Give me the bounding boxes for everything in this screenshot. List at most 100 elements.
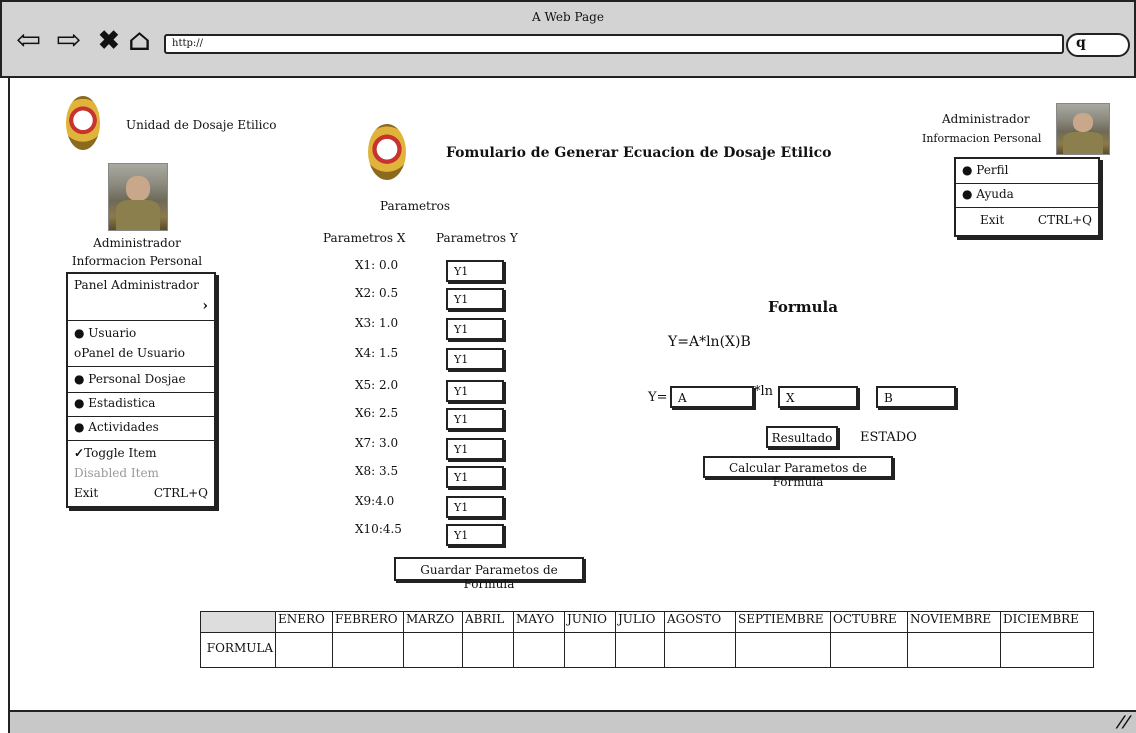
param-x-label: X8: 3.5 bbox=[355, 464, 399, 478]
param-x-label: X3: 1.0 bbox=[355, 316, 399, 330]
search-icon: q bbox=[1076, 35, 1086, 51]
sidebar-item-actividades[interactable]: ● Actividades bbox=[74, 420, 208, 434]
param-y-input[interactable]: Y1 bbox=[446, 380, 504, 402]
param-x-label: X7: 3.0 bbox=[355, 436, 399, 450]
user-name-top: Administrador bbox=[942, 112, 1030, 126]
table-cell[interactable] bbox=[403, 632, 463, 668]
table-column-header: FEBRERO bbox=[332, 611, 404, 633]
x-input[interactable]: X bbox=[778, 386, 858, 408]
param-y-input[interactable]: Y1 bbox=[446, 496, 504, 518]
table-column-header: JULIO bbox=[615, 611, 665, 633]
sidebar-menu: Panel Administrador › ● Usuario oPanel d… bbox=[66, 272, 216, 508]
forward-icon[interactable]: ⇨ bbox=[56, 26, 81, 56]
table-column-header: MAYO bbox=[513, 611, 565, 633]
calc-params-button[interactable]: Calcular Parametos de Formula bbox=[703, 456, 893, 489]
user-info-top[interactable]: Informacion Personal bbox=[922, 132, 1041, 145]
user-info-left[interactable]: Informacion Personal bbox=[62, 254, 212, 268]
table-column-header: JUNIO bbox=[564, 611, 616, 633]
table-cell[interactable] bbox=[907, 632, 1001, 668]
param-y-input[interactable]: Y1 bbox=[446, 438, 504, 460]
menu-item-label: Ayuda bbox=[976, 187, 1014, 201]
params-y-header: Parametros Y bbox=[436, 231, 518, 245]
user-dropdown-menu: ● Perfil ● Ayuda Exit CTRL+Q bbox=[954, 157, 1100, 237]
table-column-header: ENERO bbox=[275, 611, 333, 633]
param-x-label: X1: 0.0 bbox=[355, 258, 399, 272]
coefficient-b-input[interactable]: B bbox=[876, 386, 956, 408]
window-title: A Web Page bbox=[532, 10, 604, 24]
params-title: Parametros bbox=[380, 199, 451, 213]
table-cell[interactable] bbox=[332, 632, 404, 668]
menu-item-ayuda[interactable]: ● Ayuda bbox=[962, 187, 1092, 201]
status-bar bbox=[8, 710, 1136, 733]
param-x-label: X5: 2.0 bbox=[355, 378, 399, 392]
checkmark-icon: ✓ bbox=[74, 446, 85, 460]
formula-y-label: Y= bbox=[648, 390, 668, 405]
sidebar-item-panel-admin[interactable]: Panel Administrador bbox=[74, 278, 208, 292]
chevron-right-icon[interactable]: › bbox=[202, 298, 208, 314]
avatar-top bbox=[1056, 103, 1110, 155]
sidebar-item-exit[interactable]: Exit CTRL+Q bbox=[74, 486, 208, 500]
menu-item-perfil[interactable]: ● Perfil bbox=[962, 163, 1092, 177]
param-y-input[interactable]: Y1 bbox=[446, 348, 504, 370]
table-row: FORMULA bbox=[200, 632, 1094, 668]
menu-item-exit[interactable]: Exit CTRL+Q bbox=[962, 213, 1092, 227]
table-row-label: FORMULA bbox=[200, 632, 276, 668]
table-column-header: NOVIEMBRE bbox=[907, 611, 1001, 633]
table-cell[interactable] bbox=[462, 632, 514, 668]
sidebar-item-panel-usuario[interactable]: oPanel de Usuario bbox=[74, 346, 208, 360]
sidebar-item-toggle[interactable]: ✓Toggle Item bbox=[74, 446, 208, 460]
status-label: ESTADO bbox=[860, 430, 917, 445]
brand-logo bbox=[66, 96, 100, 150]
close-icon[interactable]: ✖ bbox=[98, 26, 120, 56]
table-header-row: ENERO FEBRERO MARZO ABRIL MAYO JUNIO JULIO AGOS… bbox=[200, 611, 1094, 633]
param-x-label: X2: 0.5 bbox=[355, 286, 399, 300]
search-button[interactable]: q bbox=[1066, 33, 1130, 57]
param-x-label: X9:4.0 bbox=[355, 494, 395, 508]
table-column-header: SEPTIEMBRE bbox=[735, 611, 831, 633]
param-y-input[interactable]: Y1 bbox=[446, 524, 504, 546]
table-cell[interactable] bbox=[735, 632, 831, 668]
param-y-input[interactable]: Y1 bbox=[446, 260, 504, 282]
exit-shortcut: CTRL+Q bbox=[1037, 213, 1092, 227]
save-params-button[interactable]: Guardar Parametos de Formula bbox=[394, 557, 584, 591]
exit-label: Exit bbox=[74, 486, 99, 500]
sidebar-item-label: Estadistica bbox=[88, 396, 156, 410]
url-input[interactable]: http:// bbox=[164, 34, 1064, 54]
table-column-header: OCTUBRE bbox=[830, 611, 908, 633]
param-y-input[interactable]: Y1 bbox=[446, 318, 504, 340]
back-icon[interactable]: ⇦ bbox=[16, 26, 41, 56]
table-cell[interactable] bbox=[513, 632, 565, 668]
sidebar-item-label: Toggle Item bbox=[84, 446, 157, 460]
formula-table: ENERO FEBRERO MARZO ABRIL MAYO JUNIO JULIO AGOS… bbox=[200, 611, 1094, 668]
coefficient-a-input[interactable]: A bbox=[670, 386, 754, 408]
sidebar-item-personal[interactable]: ● Personal Dosjae bbox=[74, 372, 208, 386]
table-column-header: MARZO bbox=[403, 611, 463, 633]
sidebar-item-label: Usuario bbox=[88, 326, 137, 340]
result-button[interactable]: Resultado bbox=[766, 426, 838, 448]
brand-name: Unidad de Dosaje Etilico bbox=[126, 118, 277, 132]
table-cell[interactable] bbox=[564, 632, 616, 668]
page-title: Fomulario de Generar Ecuacion de Dosaje … bbox=[446, 145, 832, 161]
table-column-header: ABRIL bbox=[462, 611, 514, 633]
sidebar-item-disabled: Disabled Item bbox=[74, 466, 159, 480]
table-corner bbox=[200, 611, 276, 633]
formula-title: Formula bbox=[768, 298, 838, 316]
sidebar-item-estadistica[interactable]: ● Estadistica bbox=[74, 396, 208, 410]
exit-shortcut: CTRL+Q bbox=[153, 486, 208, 500]
table-cell[interactable] bbox=[830, 632, 908, 668]
home-icon[interactable]: ⌂ bbox=[128, 26, 151, 56]
table-cell[interactable] bbox=[275, 632, 333, 668]
sidebar-item-label: Actividades bbox=[88, 420, 159, 434]
param-y-input[interactable]: Y1 bbox=[446, 466, 504, 488]
table-cell[interactable] bbox=[615, 632, 665, 668]
param-x-label: X10:4.5 bbox=[355, 522, 402, 536]
table-cell[interactable] bbox=[1000, 632, 1094, 668]
sidebar-item-usuario[interactable]: ● Usuario bbox=[74, 326, 208, 340]
param-y-input[interactable]: Y1 bbox=[446, 288, 504, 310]
table-cell[interactable] bbox=[664, 632, 736, 668]
param-y-input[interactable]: Y1 bbox=[446, 408, 504, 430]
table-column-header: AGOSTO bbox=[664, 611, 736, 633]
formula-expression: Y=A*ln(X)B bbox=[668, 334, 751, 350]
table-column-header: DICIEMBRE bbox=[1000, 611, 1094, 633]
menu-item-label: Perfil bbox=[976, 163, 1009, 177]
